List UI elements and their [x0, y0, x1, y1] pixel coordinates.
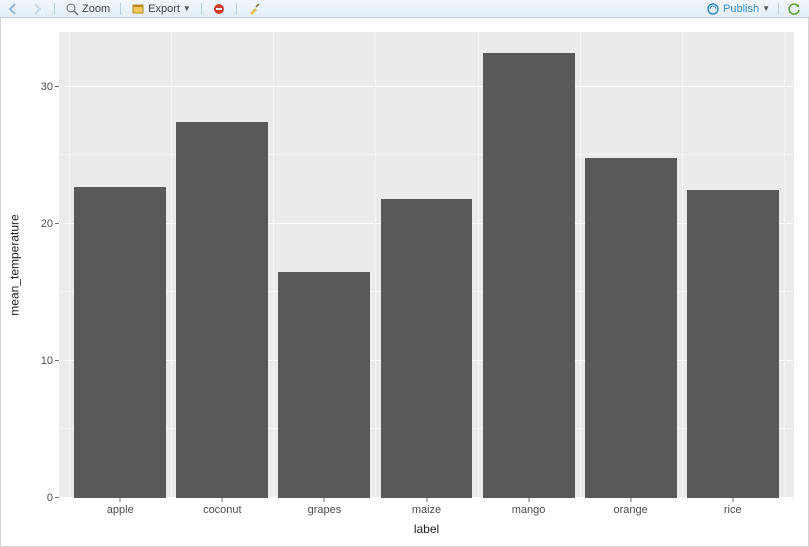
plot: 0102030 mean_temperature label applecoco…: [7, 24, 802, 540]
x-tick-mark: [222, 498, 223, 502]
y-axis-title-wrap: mean_temperature: [7, 32, 23, 498]
remove-icon: [212, 2, 226, 16]
x-tick-mark: [630, 498, 631, 502]
x-tick-label: mango: [512, 504, 546, 516]
publish-label: Publish: [723, 3, 759, 15]
chevron-down-icon: ▼: [183, 4, 191, 13]
plot-panel: [59, 32, 794, 498]
x-tick-mark: [732, 498, 733, 502]
bar: [483, 53, 575, 498]
bar: [381, 199, 473, 498]
x-tick-mark: [426, 498, 427, 502]
toolbar-separator: [54, 3, 55, 15]
bar: [687, 190, 779, 498]
publish-icon: [706, 2, 720, 16]
broom-icon: [247, 2, 261, 16]
zoom-button[interactable]: Zoom: [63, 2, 112, 16]
x-tick-label: coconut: [203, 504, 242, 516]
remove-button[interactable]: [210, 2, 228, 16]
x-tick-mark: [528, 498, 529, 502]
x-axis-title: label: [414, 522, 439, 536]
arrow-right-icon: [30, 2, 44, 16]
zoom-icon: [65, 2, 79, 16]
y-tick-mark: [55, 223, 59, 224]
x-tick-label: maize: [412, 504, 441, 516]
bar: [74, 187, 166, 498]
bar: [278, 272, 370, 498]
toolbar-separator: [201, 3, 202, 15]
zoom-label: Zoom: [82, 3, 110, 15]
toolbar-separator: [120, 3, 121, 15]
chart-container: 0102030 mean_temperature label applecoco…: [0, 18, 809, 547]
export-button[interactable]: Export ▼: [129, 2, 193, 16]
x-tick-label: apple: [107, 504, 134, 516]
x-tick-mark: [324, 498, 325, 502]
refresh-icon: [787, 2, 801, 16]
back-button[interactable]: [4, 2, 22, 16]
refresh-button[interactable]: [785, 2, 803, 16]
bar: [176, 122, 268, 498]
toolbar-separator: [236, 3, 237, 15]
x-tick-label: rice: [724, 504, 742, 516]
export-icon: [131, 2, 145, 16]
x-axis: label apple coconut grapes maize mango orange…: [59, 498, 794, 540]
y-axis-title: mean_temperature: [8, 214, 22, 315]
clear-button[interactable]: [245, 2, 263, 16]
x-tick-label: orange: [614, 504, 648, 516]
toolbar-separator: [778, 3, 779, 15]
x-tick-label: grapes: [308, 504, 342, 516]
x-tick-mark: [120, 498, 121, 502]
publish-button[interactable]: Publish ▼: [704, 2, 772, 16]
export-label: Export: [148, 3, 180, 15]
bars-layer: [59, 32, 794, 498]
bar: [585, 158, 677, 498]
plot-toolbar: Zoom Export ▼ Publish ▼: [0, 0, 809, 18]
y-tick-mark: [55, 86, 59, 87]
forward-button[interactable]: [28, 2, 46, 16]
chevron-down-icon: ▼: [762, 4, 770, 13]
arrow-left-icon: [6, 2, 20, 16]
y-tick-mark: [55, 360, 59, 361]
